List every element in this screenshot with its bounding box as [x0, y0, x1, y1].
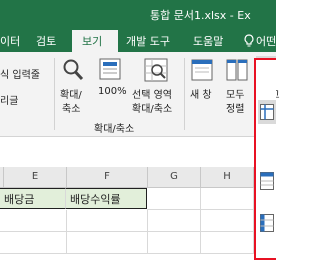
- window-title: 통합 문서1.xlsx - Ex: [150, 9, 251, 22]
- zoom-selection-label-line2: 확대/축소: [132, 104, 173, 115]
- cell-f-header[interactable]: 배당수익률: [66, 188, 147, 209]
- gridlines-checkbox-label[interactable]: 리글: [0, 92, 18, 107]
- new-window-label: 새 창: [190, 90, 212, 101]
- zoom-label-line2: 축소: [62, 104, 81, 115]
- title-bar: 통합 문서1.xlsx - Ex: [0, 0, 276, 30]
- zoom-100-icon: [99, 58, 121, 84]
- tab-view-label: 보기: [82, 35, 103, 48]
- freeze-first-column-icon: [260, 214, 274, 236]
- zoom-to-selection-button[interactable]: 선택 영역 확대/축소: [130, 56, 180, 115]
- arrange-all-button[interactable]: 모두 정렬: [222, 56, 254, 115]
- cell[interactable]: [66, 210, 148, 232]
- cell-h[interactable]: [200, 188, 254, 210]
- column-header-e[interactable]: E: [4, 167, 67, 187]
- column-header-row: E F G H: [0, 167, 276, 188]
- zoom-group-label: 확대/축소: [94, 124, 135, 135]
- formula-bar[interactable]: [0, 145, 276, 168]
- freeze-panes-option-icon: [260, 104, 274, 124]
- worksheet-grid[interactable]: 배당금 배당수익률: [0, 188, 276, 260]
- column-header-f[interactable]: F: [67, 167, 148, 187]
- freeze-first-column-option[interactable]: [258, 210, 276, 236]
- arrange-all-label-line2: 정렬: [226, 104, 245, 115]
- zoom-100-label: 100%: [98, 86, 127, 97]
- zoom-100-button[interactable]: 100%: [94, 56, 128, 97]
- ribbon: 식 입력줄 리글 확대/ 축소 100% 선택 영역 확대/축소 확대/축소 새…: [0, 52, 280, 137]
- freeze-top-row-option[interactable]: [258, 168, 276, 194]
- tab-data[interactable]: 이터: [0, 33, 20, 49]
- group-separator: [184, 58, 185, 130]
- cell[interactable]: [66, 232, 148, 254]
- zoom-label-line1: 확대/: [60, 90, 82, 101]
- freeze-panes-dropdown: [254, 58, 276, 260]
- tab-tell-me[interactable]: 어떤: [256, 33, 276, 49]
- zoom-selection-label-line1: 선택 영역: [132, 90, 172, 101]
- tab-review[interactable]: 검토: [36, 33, 56, 49]
- freeze-top-row-icon: [260, 172, 274, 194]
- lightbulb-icon: [244, 33, 254, 52]
- column-header-h[interactable]: H: [201, 167, 254, 187]
- ribbon-bottom-strip: [0, 137, 276, 145]
- cell[interactable]: [0, 232, 67, 254]
- cell-e-header[interactable]: 배당금: [0, 188, 66, 209]
- cell[interactable]: [200, 232, 254, 254]
- tab-help[interactable]: 도움말: [193, 33, 223, 49]
- cell-g[interactable]: [147, 188, 201, 210]
- zoom-button[interactable]: 확대/ 축소: [58, 56, 88, 115]
- new-window-icon: [191, 58, 213, 86]
- cell[interactable]: [200, 210, 254, 232]
- tab-view[interactable]: 보기: [72, 30, 118, 54]
- arrange-all-label-line1: 모두: [226, 90, 245, 101]
- zoom-selection-icon: [144, 58, 168, 86]
- arrange-all-icon: [226, 58, 248, 86]
- cell[interactable]: [147, 210, 201, 232]
- new-window-button[interactable]: 새 창: [188, 56, 216, 114]
- ribbon-tab-bar: 이터 검토 개발 도구 도움말 어떤: [0, 30, 276, 52]
- freeze-panes-option[interactable]: [258, 100, 276, 124]
- formula-bar-checkbox-label[interactable]: 식 입력줄: [0, 66, 40, 81]
- magnifier-icon: [62, 58, 84, 86]
- column-header-g[interactable]: G: [148, 167, 201, 187]
- tab-developer[interactable]: 개발 도구: [126, 33, 170, 49]
- group-separator: [54, 58, 55, 130]
- cell[interactable]: [147, 232, 201, 254]
- cell[interactable]: [0, 210, 67, 232]
